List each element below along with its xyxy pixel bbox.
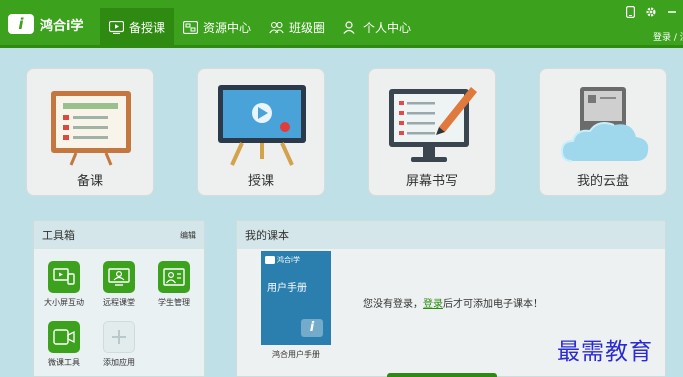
notice-text-after: 后才可添加电子课本！ — [443, 299, 543, 310]
notice-text-before: 您没有登录， — [363, 299, 423, 310]
my-textbooks-title: 我的课本 — [245, 229, 289, 242]
card-title: 授课 — [247, 174, 274, 189]
card-title: 备课 — [76, 174, 103, 189]
toolbox-panel: 工具箱 编辑 大小屏互动 远程课堂 学生管理 微课工具 添加应用 — [33, 220, 205, 377]
book-brand-bar: 鸿合i学 — [261, 251, 331, 269]
tool-label: 大小屏互动 — [44, 298, 84, 307]
tool-micro-lesson[interactable]: 微课工具 — [39, 321, 89, 368]
card-title: 屏幕书写 — [405, 174, 458, 189]
nav-item-personal-center[interactable]: 个人中心 — [334, 8, 420, 46]
cloud-disk-icon — [560, 87, 649, 162]
book-brand: 鸿合i学 — [277, 256, 300, 264]
person-icon — [343, 20, 355, 34]
book-title: 用户手册 — [267, 283, 307, 294]
nav-item-prepare-teach[interactable]: 备授课 — [100, 8, 175, 46]
book-logo-icon — [265, 256, 275, 264]
card-prepare-lesson[interactable]: 备课 — [26, 68, 154, 196]
micro-lesson-icon — [48, 321, 80, 353]
nav-item-class-circle[interactable]: 班级圈 — [260, 8, 334, 46]
tool-label: 学生管理 — [158, 298, 190, 307]
nav-item-resources[interactable]: 资源中心 — [174, 8, 260, 46]
my-textbooks-header: 我的课本 — [237, 221, 665, 249]
screen-interaction-icon — [48, 261, 80, 293]
add-textbook-button[interactable] — [387, 373, 497, 377]
toolbox-title: 工具箱 — [42, 229, 75, 242]
add-icon — [103, 321, 135, 353]
lesson-plan-board-icon — [51, 91, 131, 166]
tool-label: 添加应用 — [103, 358, 135, 367]
card-screen-writing[interactable]: 屏幕书写 — [368, 68, 496, 196]
logo-mark: i — [8, 14, 34, 34]
top-bar: i 鸿合i学 备授课 资源中心 班级圈 个人中心 登录 / — [0, 0, 683, 48]
screen-writing-icon — [389, 87, 477, 162]
card-teach[interactable]: 授课 — [197, 68, 325, 196]
tool-add-app[interactable]: 添加应用 — [94, 321, 144, 368]
teaching-easel-icon — [218, 85, 306, 166]
card-cloud-disk[interactable]: 我的云盘 — [539, 68, 667, 196]
play-board-icon — [109, 20, 124, 34]
nav-label: 备授课 — [129, 20, 166, 35]
student-management-icon — [158, 261, 190, 293]
tool-student-management[interactable]: 学生管理 — [149, 261, 199, 308]
gear-icon[interactable] — [645, 6, 657, 21]
book-caption: 鸿合用户手册 — [272, 350, 320, 359]
nav-label: 班级圈 — [289, 20, 326, 35]
toolbox-edit-button[interactable]: 编辑 — [180, 230, 196, 241]
nav-label: 资源中心 — [203, 20, 252, 35]
user-manual-book[interactable]: 鸿合i学 用户手册 i — [261, 251, 331, 345]
tool-remote-classroom[interactable]: 远程课堂 — [94, 261, 144, 308]
resources-icon — [183, 20, 199, 34]
toolbox-header: 工具箱 编辑 — [34, 221, 204, 249]
notice-login-link[interactable]: 登录 — [423, 299, 443, 310]
tool-label: 远程课堂 — [103, 298, 135, 307]
feature-cards: 备课 授课 屏幕书写 我的云盘 — [26, 68, 667, 196]
app-name: 鸿合i学 — [40, 18, 84, 34]
book-logo-mark: i — [301, 319, 323, 337]
class-circle-icon — [269, 21, 284, 33]
phone-icon[interactable] — [626, 6, 636, 21]
nav-label: 个人中心 — [363, 20, 412, 35]
minimize-icon[interactable] — [667, 6, 677, 21]
card-title: 我的云盘 — [576, 174, 629, 189]
window-controls — [626, 6, 677, 21]
tool-label: 微课工具 — [48, 358, 80, 367]
watermark: 最需教育 — [557, 339, 653, 365]
main-nav: 备授课 资源中心 班级圈 个人中心 — [100, 8, 420, 46]
login-link[interactable]: 登录 / 注 — [653, 30, 683, 43]
remote-classroom-icon — [103, 261, 135, 293]
login-notice: 您没有登录，登录后才可添加电子课本！ — [363, 295, 543, 310]
app-logo: i 鸿合i学 — [8, 14, 83, 34]
tool-screen-interaction[interactable]: 大小屏互动 — [39, 261, 89, 308]
